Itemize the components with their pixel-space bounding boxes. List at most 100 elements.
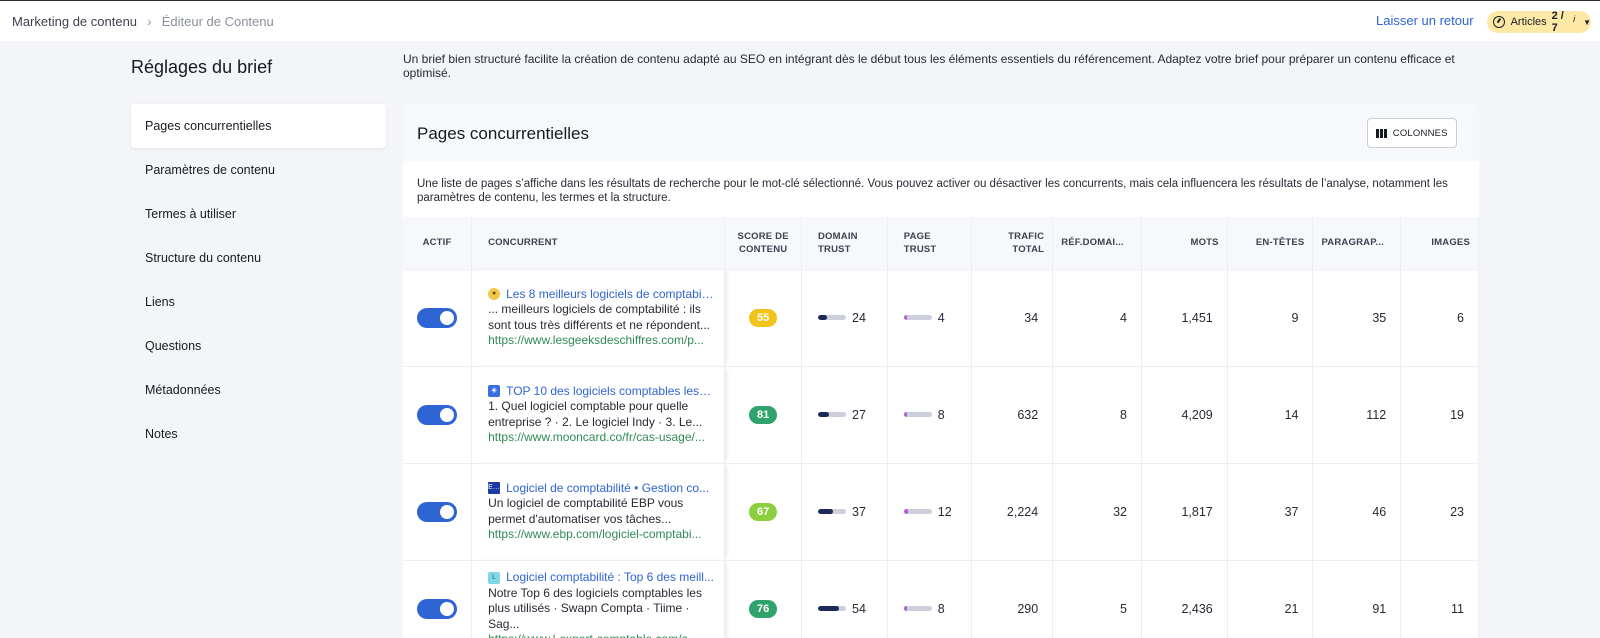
competitor-title: Logiciel de comptabilité • Gestion co... — [506, 480, 710, 495]
col-header-entetes[interactable]: EN-TÊTES — [1227, 217, 1314, 269]
competitor-url[interactable]: https://www.mooncard.co/fr/cas-usage/... — [488, 430, 714, 446]
page-trust-value: 4 — [937, 310, 945, 325]
mots-cell: 1,817 — [1141, 462, 1228, 560]
paragraphes-cell: 112 — [1312, 365, 1402, 463]
panel-description: Une liste de pages s’affiche dans les ré… — [417, 178, 1448, 204]
favicon-icon: ◈ — [488, 385, 501, 398]
concurrent-cell: ◈ TOP 10 des logiciels comptables les pl… — [471, 365, 726, 463]
domain-trust-bar — [818, 606, 846, 612]
columns-button[interactable]: COLONNES — [1367, 118, 1457, 148]
paragraphes-cell: 46 — [1312, 462, 1402, 560]
col-header-paragraphes[interactable]: PARAGRAP... — [1312, 217, 1402, 269]
trafic-cell: 2,224 — [971, 462, 1054, 560]
content-score-badge: 81 — [749, 405, 778, 424]
mots-cell: 2,436 — [1141, 559, 1228, 638]
sidebar-item-5[interactable]: Questions — [131, 324, 386, 368]
col-header-ref-domaines[interactable]: RÉF.DOMAI... — [1052, 217, 1142, 269]
col-header-domain-trust[interactable]: DOMAIN TRUST — [801, 217, 888, 269]
trafic-cell: 632 — [971, 365, 1054, 463]
page-trust-bar — [903, 315, 932, 320]
competitor-snippet: Un logiciel de comptabilité EBP vous per… — [488, 496, 684, 526]
entetes-cell: 21 — [1227, 559, 1314, 638]
articles-quota-dropdown[interactable]: Articles 2 / 7 i ▼ — [1487, 10, 1591, 34]
page-trust-cell: 8 — [887, 365, 973, 463]
col-header-score[interactable]: SCORE DE CONTENU — [724, 217, 802, 269]
col-header-page-trust[interactable]: PAGE TRUST — [887, 217, 973, 269]
col-header-images[interactable]: IMAGES — [1400, 217, 1479, 269]
sidebar-item-6[interactable]: Métadonnées — [131, 368, 386, 412]
active-toggle[interactable] — [417, 501, 458, 522]
images-cell: 19 — [1400, 365, 1479, 463]
entetes-cell: 14 — [1227, 365, 1314, 463]
competitor-title-link[interactable]: ◈ TOP 10 des logiciels comptables les pl… — [488, 384, 714, 400]
score-cell: 67 — [724, 462, 802, 560]
info-icon: i — [1573, 14, 1576, 24]
table-header-row: ACTIF CONCURRENT SCORE DE CONTENU DOMAIN T… — [403, 217, 1479, 269]
score-cell: 76 — [724, 559, 802, 638]
paragraphes-cell: 35 — [1312, 268, 1402, 366]
page-trust-value: 8 — [937, 407, 945, 422]
active-toggle[interactable] — [417, 307, 458, 328]
page-trust-cell: 8 — [887, 559, 973, 638]
breadcrumb: Marketing de contenu › Éditeur de Conten… — [12, 13, 274, 29]
page-trust-bar — [903, 412, 932, 417]
competitor-title-link[interactable]: L Logiciel comptabilité : Top 6 des meil… — [488, 570, 714, 586]
actif-cell — [403, 559, 473, 638]
sidebar-item-2[interactable]: Termes à utiliser — [131, 192, 386, 236]
sidebar-item-4[interactable]: Liens — [131, 280, 386, 324]
competitor-url[interactable]: https://www.lesgeeksdeschiffres.com/p... — [488, 333, 714, 349]
col-header-mots[interactable]: MOTS — [1141, 217, 1228, 269]
domain-trust-cell: 24 — [801, 268, 888, 366]
intro-text: Un brief bien structuré facilite la créa… — [403, 52, 1455, 80]
sidebar-nav: Pages concurrentielles Paramètres de cont… — [131, 104, 386, 456]
breadcrumb-parent[interactable]: Marketing de contenu — [12, 14, 137, 29]
table-row: L Logiciel comptabilité : Top 6 des meil… — [403, 559, 1479, 638]
concurrent-cell: EBP Logiciel de comptabilité • Gestion c… — [471, 462, 726, 560]
sidebar-item-1[interactable]: Paramètres de contenu — [131, 148, 386, 192]
content-score-badge: 55 — [749, 308, 778, 327]
table-row: ◈ TOP 10 des logiciels comptables les pl… — [403, 365, 1479, 463]
score-cell: 81 — [724, 365, 802, 463]
sidebar-item-7[interactable]: Notes — [131, 412, 386, 456]
page-trust-value: 8 — [937, 601, 945, 616]
images-cell: 6 — [1400, 268, 1479, 366]
domain-trust-cell: 54 — [801, 559, 888, 638]
active-toggle[interactable] — [417, 404, 458, 425]
sidebar-item-3[interactable]: Structure du contenu — [131, 236, 386, 280]
images-cell: 23 — [1400, 462, 1479, 560]
competitor-title-link[interactable]: ● Les 8 meilleurs logiciels de comptabil… — [488, 287, 714, 303]
competitor-snippet: 1. Quel logiciel comptable pour quelle e… — [488, 399, 703, 429]
page-trust-cell: 4 — [887, 268, 973, 366]
active-toggle[interactable] — [417, 598, 458, 619]
sidebar-title: Réglages du brief — [131, 57, 273, 77]
table-row: ● Les 8 meilleurs logiciels de comptabil… — [403, 268, 1479, 366]
col-header-trafic[interactable]: TRAFIC TOTAL — [971, 217, 1054, 269]
panel-title: Pages concurrentielles — [417, 124, 589, 143]
competitor-url[interactable]: https://www.ebp.com/logiciel-comptabi... — [488, 527, 714, 543]
score-cell: 55 — [724, 268, 802, 366]
col-header-actif[interactable]: ACTIF — [403, 217, 473, 269]
gauge-icon — [1493, 16, 1505, 28]
chevron-down-icon: ▼ — [1583, 17, 1591, 27]
feedback-link[interactable]: Laisser un retour — [1376, 13, 1474, 28]
concurrent-cell: L Logiciel comptabilité : Top 6 des meil… — [471, 559, 726, 638]
columns-icon — [1376, 128, 1387, 138]
domain-trust-cell: 37 — [801, 462, 888, 560]
ref-domaines-cell: 8 — [1052, 365, 1142, 463]
favicon-icon: ● — [488, 288, 501, 301]
domain-trust-value: 54 — [852, 601, 866, 616]
domain-trust-bar — [818, 412, 846, 417]
sidebar-item-0[interactable]: Pages concurrentielles — [131, 104, 386, 148]
content-score-badge: 76 — [749, 599, 778, 618]
competitor-snippet: ... meilleurs logiciels de comptabilité … — [488, 302, 711, 332]
page-trust-cell: 12 — [887, 462, 973, 560]
competitor-url[interactable]: https://www.l-expert-comptable.com/a... — [488, 632, 714, 638]
domain-trust-value: 27 — [852, 407, 866, 422]
competitor-pages-panel: Pages concurrentielles COLONNES Une list… — [403, 104, 1479, 638]
page-trust-value: 12 — [937, 504, 952, 519]
col-header-concurrent[interactable]: CONCURRENT — [471, 217, 726, 269]
domain-trust-value: 37 — [852, 504, 866, 519]
mots-cell: 4,209 — [1141, 365, 1228, 463]
competitor-title-link[interactable]: EBP Logiciel de comptabilité • Gestion c… — [488, 481, 714, 497]
paragraphes-cell: 91 — [1312, 559, 1402, 638]
